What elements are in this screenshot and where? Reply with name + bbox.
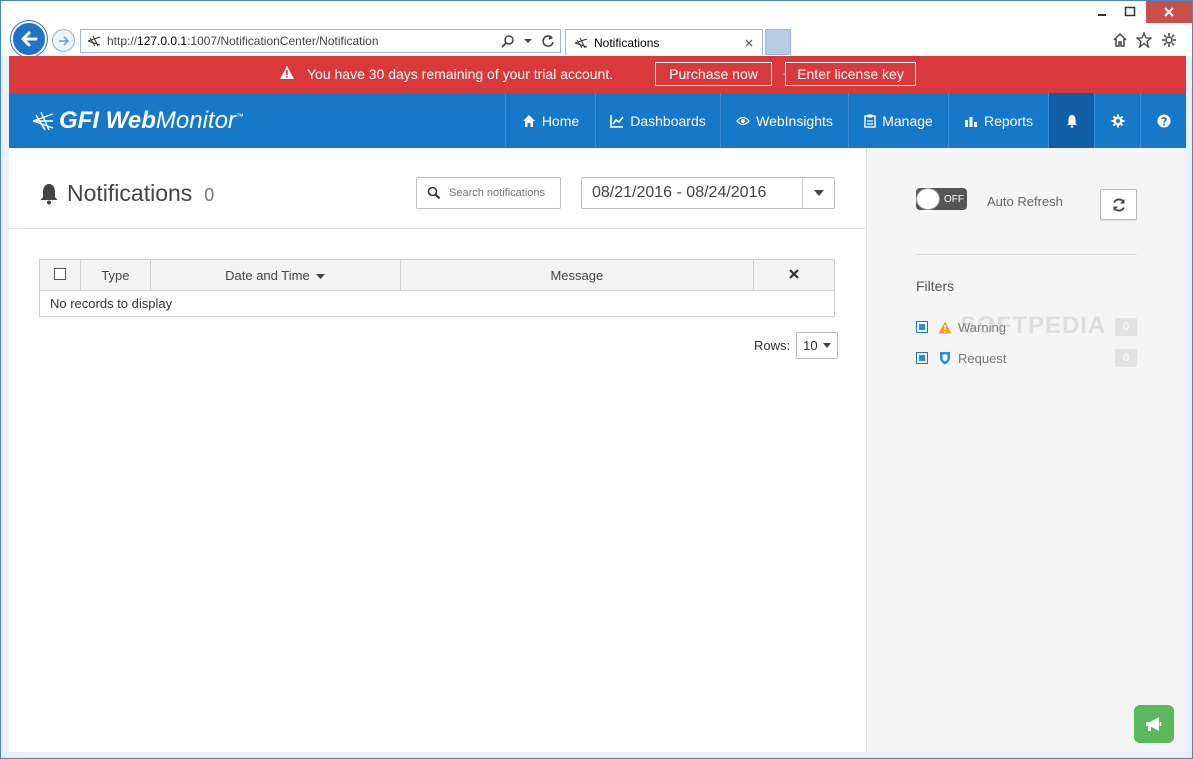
bell-icon xyxy=(40,183,58,204)
star-icon[interactable] xyxy=(1135,31,1153,49)
bar-chart-icon xyxy=(964,116,977,127)
sort-desc-icon xyxy=(316,273,326,279)
auto-refresh-toggle[interactable]: OFF xyxy=(916,188,967,210)
search-icon xyxy=(427,186,441,200)
gfi-logo[interactable]: GFI WebMonitor™ xyxy=(31,107,244,135)
main-menu: Home Dashboards WebInsights Manage Repor… xyxy=(505,93,1186,148)
page-title-text: Notifications xyxy=(67,180,193,206)
notifications-table: Type Date and Time Message No records to… xyxy=(39,259,835,317)
watermark: SOFTPEDIA xyxy=(960,312,1107,339)
close-window-icon[interactable] xyxy=(1146,1,1192,23)
new-tab-button[interactable] xyxy=(765,29,791,55)
menu-dashboards[interactable]: Dashboards xyxy=(595,93,720,148)
gear-icon xyxy=(1111,114,1124,127)
close-icon[interactable] xyxy=(742,36,756,50)
select-all-header xyxy=(39,259,81,291)
table-header-row: Type Date and Time Message xyxy=(39,259,835,291)
trial-message: You have 30 days remaining of your trial… xyxy=(307,66,614,82)
bell-icon xyxy=(1066,114,1077,128)
search-icon[interactable] xyxy=(500,33,516,49)
filter-request-count: 0 xyxy=(1115,349,1137,367)
feedback-button[interactable] xyxy=(1134,705,1174,743)
warning-icon xyxy=(280,66,294,79)
select-all-checkbox[interactable] xyxy=(53,267,66,280)
page-title: Notifications 0 xyxy=(39,180,214,207)
browser-window: http://127.0.0.1:1007/NotificationCenter… xyxy=(0,0,1193,759)
date-range-value: 08/21/2016 - 08/24/2016 xyxy=(592,184,767,201)
search-box xyxy=(416,177,561,209)
date-range-picker[interactable]: 08/21/2016 - 08/24/2016 xyxy=(581,177,835,209)
sidebar: OFF Auto Refresh Filters Warning 0 Reque… xyxy=(866,148,1186,752)
toggle-knob xyxy=(916,188,940,210)
address-bar[interactable]: http://127.0.0.1:1007/NotificationCenter… xyxy=(80,29,561,53)
table-row: No records to display xyxy=(39,290,835,317)
filter-warning-checkbox[interactable] xyxy=(916,321,928,333)
arrow-left-icon xyxy=(21,31,38,47)
filter-request-checkbox[interactable] xyxy=(916,352,928,364)
clipboard-icon xyxy=(864,114,876,128)
refresh-icon xyxy=(1112,198,1125,211)
site-icon xyxy=(574,37,588,48)
minimize-icon[interactable] xyxy=(1088,1,1116,23)
maximize-icon[interactable] xyxy=(1116,1,1144,23)
search-input[interactable] xyxy=(449,187,559,199)
help-icon xyxy=(1157,114,1170,127)
rows-per-page: Rows: 10 xyxy=(754,332,839,359)
home-icon xyxy=(522,114,535,127)
menu-manage[interactable]: Manage xyxy=(848,93,948,148)
logo-text: GFI WebMonitor™ xyxy=(59,107,244,134)
chevron-down-icon[interactable] xyxy=(802,178,834,208)
content-divider xyxy=(9,228,866,229)
column-message[interactable]: Message xyxy=(399,259,755,291)
notification-count: 0 xyxy=(204,185,215,205)
chevron-down-icon xyxy=(823,343,832,348)
menu-webinsights[interactable]: WebInsights xyxy=(720,93,848,148)
gear-icon[interactable] xyxy=(1160,31,1178,49)
forward-button[interactable] xyxy=(52,29,75,52)
empty-message: No records to display xyxy=(39,290,835,317)
menu-help[interactable] xyxy=(1140,93,1186,148)
home-icon[interactable] xyxy=(1111,31,1129,49)
rows-select[interactable]: 10 xyxy=(796,332,839,359)
menu-reports[interactable]: Reports xyxy=(948,93,1048,148)
browser-chrome: http://127.0.0.1:1007/NotificationCenter… xyxy=(1,1,1192,57)
menu-notifications[interactable] xyxy=(1048,93,1094,148)
refresh-icon[interactable] xyxy=(540,33,556,49)
sidebar-divider xyxy=(916,254,1137,255)
eye-icon xyxy=(736,116,750,125)
app-header: GFI WebMonitor™ Home Dashboards WebInsig… xyxy=(9,93,1186,148)
filter-request[interactable]: Request 0 xyxy=(916,348,1137,368)
main-content: Notifications 0 08/21/2016 - 08/24/2016 … xyxy=(9,148,866,752)
shield-icon xyxy=(938,351,952,365)
gfi-logo-icon xyxy=(32,111,54,131)
site-icon xyxy=(87,35,101,47)
trial-banner: You have 30 days remaining of your trial… xyxy=(9,56,1186,93)
warning-icon xyxy=(938,320,952,334)
filter-warning-count: 0 xyxy=(1115,318,1137,336)
menu-home[interactable]: Home xyxy=(505,93,595,148)
enter-license-key-button[interactable]: Enter license key xyxy=(785,62,916,86)
refresh-button[interactable] xyxy=(1100,189,1137,220)
tab-title: Notifications xyxy=(594,35,660,50)
tab-notifications[interactable]: Notifications xyxy=(565,29,763,55)
megaphone-icon xyxy=(1146,717,1162,731)
purchase-now-button[interactable]: Purchase now xyxy=(655,62,772,86)
toggle-state: OFF xyxy=(944,193,964,205)
filter-request-label: Request xyxy=(958,350,1007,366)
line-chart-icon xyxy=(610,114,624,128)
back-button[interactable] xyxy=(11,21,47,57)
auto-refresh-label: Auto Refresh xyxy=(987,194,1063,209)
clear-all-header xyxy=(753,259,835,291)
filters-title: Filters xyxy=(916,278,955,294)
arrow-right-icon xyxy=(58,35,69,46)
column-date-time[interactable]: Date and Time xyxy=(149,259,401,291)
close-icon[interactable] xyxy=(788,268,800,280)
url-text: http://127.0.0.1:1007/NotificationCenter… xyxy=(107,34,379,48)
menu-settings[interactable] xyxy=(1094,93,1140,148)
chevron-down-icon[interactable] xyxy=(520,33,536,49)
rows-label: Rows: xyxy=(754,338,791,353)
rows-value: 10 xyxy=(803,338,818,353)
column-type[interactable]: Type xyxy=(79,259,151,291)
